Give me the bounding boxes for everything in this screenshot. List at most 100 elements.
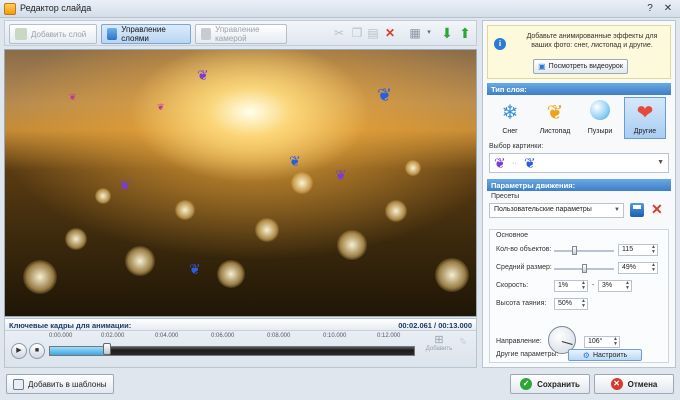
- dandelion: [23, 260, 57, 294]
- presets-label: Пресеты: [491, 193, 520, 200]
- manage-layers-label: Управление слоями: [121, 25, 166, 43]
- up-arrow-icon[interactable]: ⬆: [457, 25, 473, 41]
- separator-icon: ··: [512, 160, 517, 167]
- presets-group: Пресеты Пользовательские параметры ▼ ✕: [489, 193, 669, 219]
- watch-video-button[interactable]: ▣ Посмотреть видеоурок: [533, 59, 628, 74]
- speed-to-input[interactable]: 3% ▲ ▼: [598, 280, 632, 292]
- size-input[interactable]: 49% ▲ ▼: [618, 262, 658, 274]
- add-to-templates-label: Добавить в шаблоны: [28, 379, 107, 389]
- picture-picker[interactable]: ❦ ·· ❦ ▼: [489, 153, 669, 173]
- window-title: Редактор слайда: [20, 3, 92, 13]
- playhead-handle[interactable]: [103, 343, 112, 355]
- type-label: Пузыри: [587, 128, 613, 135]
- remove-keyframe-icon[interactable]: ✎: [459, 337, 467, 348]
- spinner-icon[interactable]: ▲ ▼: [581, 299, 586, 309]
- timeline-time: 00:02.061 / 00:13.000: [398, 321, 472, 330]
- butterfly-icon: ❦: [289, 153, 301, 169]
- dandelion: [405, 160, 421, 176]
- dandelion: [337, 230, 367, 260]
- video-icon: ▣: [538, 62, 546, 71]
- timeline-tick: 0:02.000: [101, 333, 125, 339]
- leaf-icon: ❦: [546, 102, 564, 124]
- add-to-templates-button[interactable]: Добавить в шаблоны: [6, 374, 114, 394]
- right-panel: i Добавьте анимированные эффекты для ваш…: [482, 20, 676, 368]
- manage-camera-button[interactable]: Управление камерой: [195, 24, 287, 44]
- cut-icon[interactable]: ✂: [331, 25, 347, 41]
- timeline-progress: [50, 347, 109, 355]
- preset-value: Пользовательские параметры: [494, 206, 592, 213]
- melt-input[interactable]: 50% ▲ ▼: [554, 298, 588, 310]
- add-layer-button[interactable]: Добавить слой: [9, 24, 97, 44]
- count-value: 115: [622, 246, 634, 253]
- down-arrow-icon[interactable]: ⬇: [439, 25, 455, 41]
- spinner-icon[interactable]: ▲ ▼: [613, 337, 618, 347]
- delete-preset-icon[interactable]: ✕: [651, 201, 663, 218]
- delete-icon[interactable]: ✕: [382, 25, 398, 41]
- butterfly-icon: ❦: [69, 92, 77, 102]
- count-input[interactable]: 115 ▲ ▼: [618, 244, 658, 256]
- spinner-icon[interactable]: ▲ ▼: [651, 263, 656, 273]
- melt-value: 50%: [558, 300, 573, 307]
- spinner-icon[interactable]: ▲ ▼: [581, 281, 586, 291]
- close-window-icon[interactable]: ✕: [660, 2, 676, 16]
- size-label: Средний размер:: [496, 264, 552, 271]
- slider-knob[interactable]: [572, 246, 577, 255]
- chevron-down-icon: ▼: [614, 207, 620, 213]
- basic-params-group: Основное Кол-во объектов: 115 ▲ ▼ Средний…: [489, 229, 669, 363]
- size-slider[interactable]: [554, 264, 614, 273]
- timeline-tick: 0:00.000: [49, 333, 73, 339]
- preset-select[interactable]: Пользовательские параметры ▼: [489, 203, 624, 218]
- speed-from-value: 1%: [558, 282, 569, 289]
- heart-star-icon: ❤: [636, 102, 654, 124]
- slide-preview[interactable]: ❦ ❦ ❦ ❦ ❦ ❦ ❦ ❦: [4, 49, 477, 317]
- type-other[interactable]: ❤ Другие: [624, 97, 666, 139]
- dandelion: [125, 246, 155, 276]
- watch-video-label: Посмотреть видеоурок: [548, 63, 623, 70]
- cancel-button[interactable]: ✕ Отмена: [594, 374, 674, 394]
- paste-icon[interactable]: ▤: [365, 25, 381, 41]
- chevron-down-icon: ▼: [657, 159, 664, 166]
- count-slider[interactable]: [554, 246, 614, 255]
- spinner-icon[interactable]: ▲ ▼: [651, 245, 656, 255]
- slider-knob[interactable]: [582, 264, 587, 273]
- layers-icon: [107, 28, 118, 40]
- direction-value: 106°: [588, 338, 603, 345]
- add-keyframe-button[interactable]: ⊞ Добавить: [425, 333, 453, 352]
- butterfly-icon: ❦: [119, 177, 131, 193]
- count-label: Кол-во объектов:: [496, 246, 552, 253]
- setup-button[interactable]: ⚙ Настроить: [568, 349, 642, 361]
- save-label: Сохранить: [537, 379, 580, 389]
- dandelion: [255, 218, 279, 242]
- direction-input[interactable]: 106° ▲ ▼: [584, 336, 620, 348]
- dandelion: [291, 172, 313, 194]
- chevron-down-icon[interactable]: ▾: [421, 25, 437, 41]
- save-button[interactable]: ✓ Сохранить: [510, 374, 590, 394]
- cancel-label: Отмена: [627, 379, 658, 389]
- settings-icon: ⚙: [582, 350, 590, 360]
- basic-label: Основное: [496, 232, 529, 239]
- type-bubbles[interactable]: Пузыри: [579, 97, 621, 139]
- copy-icon[interactable]: ❐: [349, 25, 365, 41]
- picture-label: Выбор картинки:: [489, 143, 544, 150]
- stop-icon[interactable]: ■: [29, 343, 45, 359]
- save-icon[interactable]: [630, 203, 644, 217]
- play-icon[interactable]: ▶: [11, 343, 27, 359]
- speed-from-input[interactable]: 1% ▲ ▼: [554, 280, 588, 292]
- timeline-tick: 0:08.000: [267, 333, 291, 339]
- speed-separator: -: [592, 282, 595, 289]
- add-layer-icon: [15, 28, 27, 40]
- type-label: Листопад: [539, 128, 571, 135]
- butterfly-icon: ❦: [189, 261, 201, 277]
- type-label: Снег: [502, 128, 518, 135]
- type-label: Другие: [633, 128, 657, 135]
- type-leaves[interactable]: ❦ Листопад: [534, 97, 576, 139]
- template-icon: [13, 378, 24, 390]
- add-layer-label: Добавить слой: [31, 29, 87, 39]
- timeline-tick: 0:06.000: [211, 333, 235, 339]
- manage-layers-button[interactable]: Управление слоями: [101, 24, 191, 44]
- butterfly-icon: ❦: [335, 167, 347, 183]
- spinner-icon[interactable]: ▲ ▼: [625, 281, 630, 291]
- other-params-label: Другие параметры:: [496, 351, 559, 358]
- type-snow[interactable]: ❄ Снег: [489, 97, 531, 139]
- help-icon[interactable]: ?: [642, 2, 658, 16]
